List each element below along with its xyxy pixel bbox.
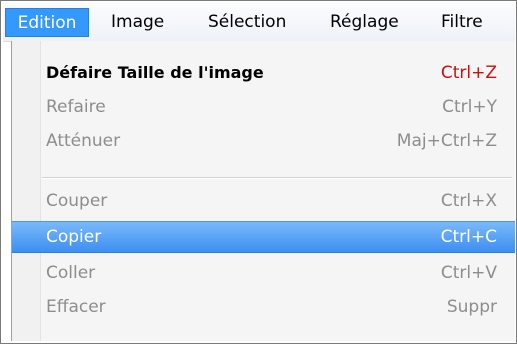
- menu-item-shortcut: Suppr: [446, 297, 497, 317]
- menu-item-shortcut: Ctrl+Z: [440, 63, 497, 83]
- menu-item-label: Refaire: [46, 97, 106, 117]
- menu-item-shortcut: Ctrl+Y: [442, 97, 497, 117]
- menu-item-label: Copier: [46, 227, 102, 247]
- menu-item-label: Effacer: [46, 297, 106, 317]
- menu-bar: Edition Image Sélection Réglage Filtre: [3, 3, 515, 42]
- screenshot-frame: Edition Image Sélection Réglage Filtre D…: [0, 0, 517, 344]
- menu-image[interactable]: Image: [111, 8, 164, 37]
- menu-item-label: Coller: [46, 263, 96, 283]
- menu-item-fade: Atténuer Maj+Ctrl+Z: [12, 127, 515, 155]
- menu-item-cut: Couper Ctrl+X: [12, 187, 515, 215]
- menu-item-shortcut: Ctrl+C: [440, 227, 497, 247]
- menu-item-label: Couper: [46, 191, 108, 211]
- menu-item-label: Défaire Taille de l'image: [46, 63, 264, 82]
- menu-item-label: Atténuer: [46, 131, 121, 151]
- menu-item-redo: Refaire Ctrl+Y: [12, 93, 515, 121]
- edition-dropdown-menu: Défaire Taille de l'image Ctrl+Z Refaire…: [11, 41, 515, 341]
- menu-item-shortcut: Ctrl+V: [440, 263, 497, 283]
- menu-edition[interactable]: Edition: [5, 8, 89, 37]
- menu-item-shortcut: Ctrl+X: [440, 191, 497, 211]
- menu-filtre[interactable]: Filtre: [441, 8, 483, 37]
- menu-reglage[interactable]: Réglage: [330, 8, 399, 37]
- menu-item-undo[interactable]: Défaire Taille de l'image Ctrl+Z: [12, 59, 515, 87]
- menu-item-shortcut: Maj+Ctrl+Z: [396, 131, 497, 151]
- menu-selection[interactable]: Sélection: [208, 8, 286, 37]
- menu-separator: [42, 177, 512, 179]
- menu-item-copy[interactable]: Copier Ctrl+C: [12, 221, 515, 253]
- menu-item-paste: Coller Ctrl+V: [12, 259, 515, 287]
- menu-item-clear: Effacer Suppr: [12, 293, 515, 321]
